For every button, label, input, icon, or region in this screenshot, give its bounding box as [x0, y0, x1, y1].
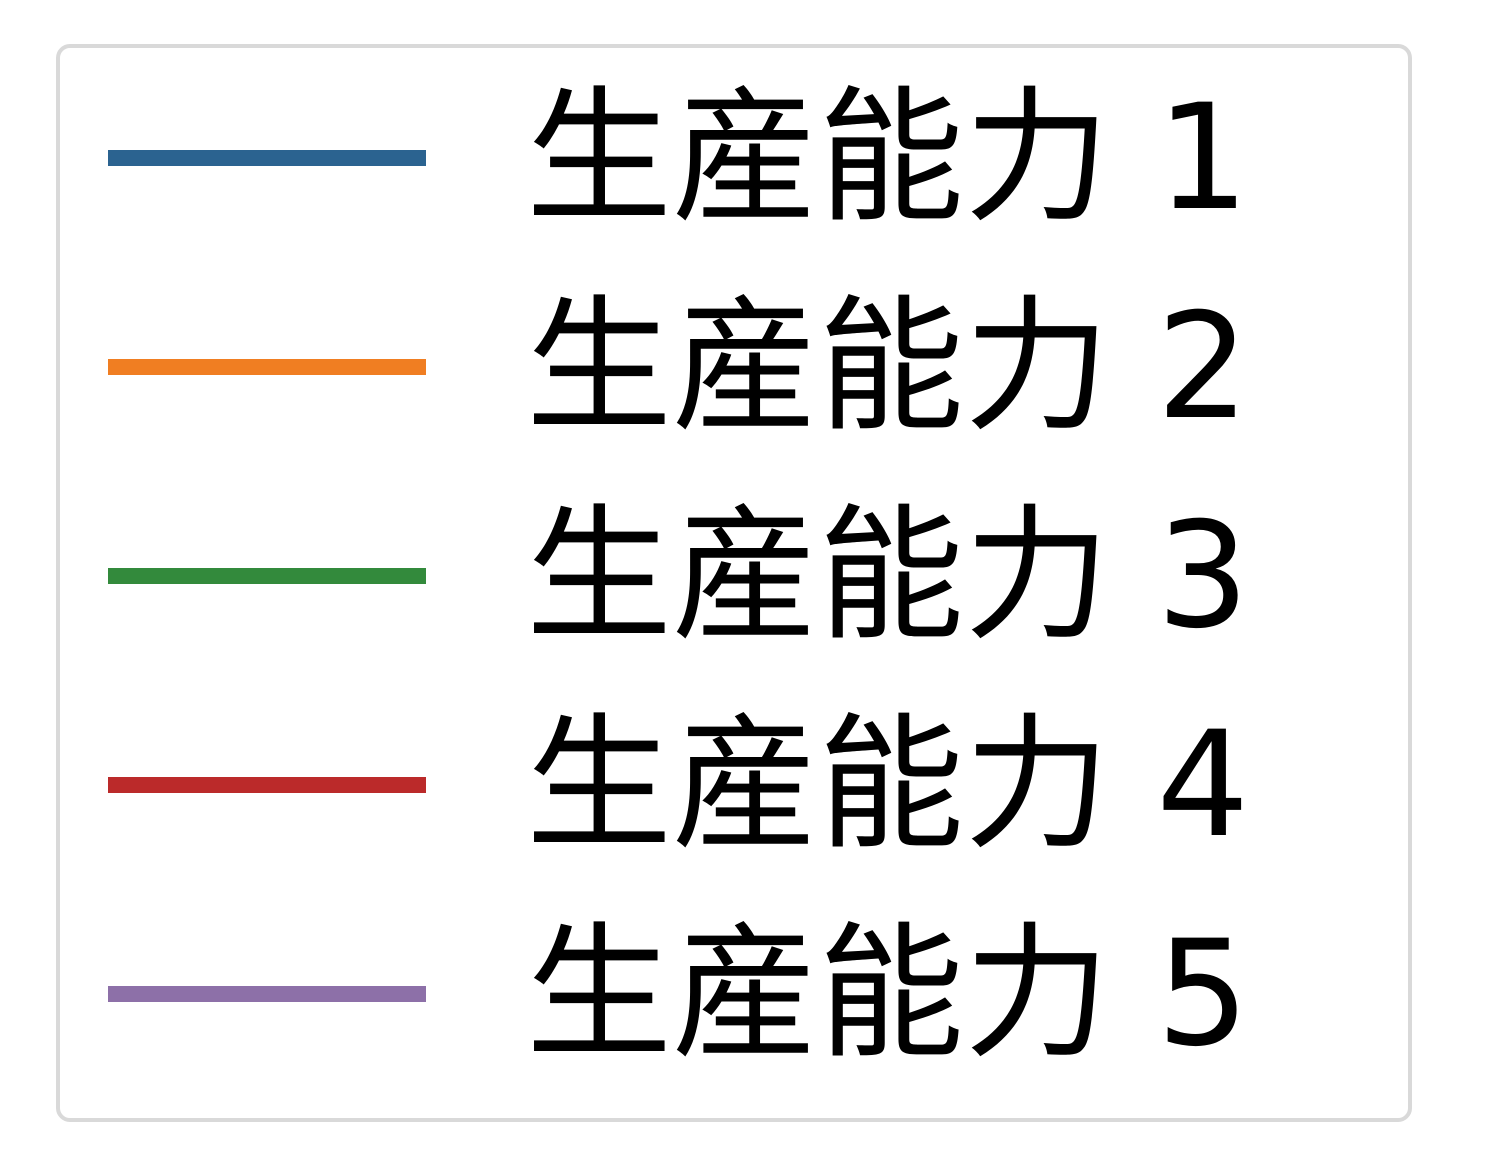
legend-label: 生産能力 2: [526, 282, 1250, 452]
legend: 生産能力 1 生産能力 2 生産能力 3 生産能力 4 生産能力 5: [56, 44, 1412, 1122]
legend-entry: 生産能力 1: [60, 78, 1408, 238]
legend-label: 生産能力 1: [526, 73, 1250, 243]
legend-label: 生産能力 4: [526, 700, 1250, 870]
legend-line-swatch: [108, 777, 426, 793]
legend-line-swatch: [108, 986, 426, 1002]
legend-entry: 生産能力 2: [60, 287, 1408, 447]
legend-line-swatch: [108, 568, 426, 584]
legend-label: 生産能力 5: [526, 909, 1250, 1079]
legend-line-swatch: [108, 150, 426, 166]
legend-label: 生産能力 3: [526, 491, 1250, 661]
legend-entry: 生産能力 4: [60, 705, 1408, 865]
legend-line-swatch: [108, 359, 426, 375]
legend-entry: 生産能力 5: [60, 914, 1408, 1074]
legend-entry: 生産能力 3: [60, 496, 1408, 656]
